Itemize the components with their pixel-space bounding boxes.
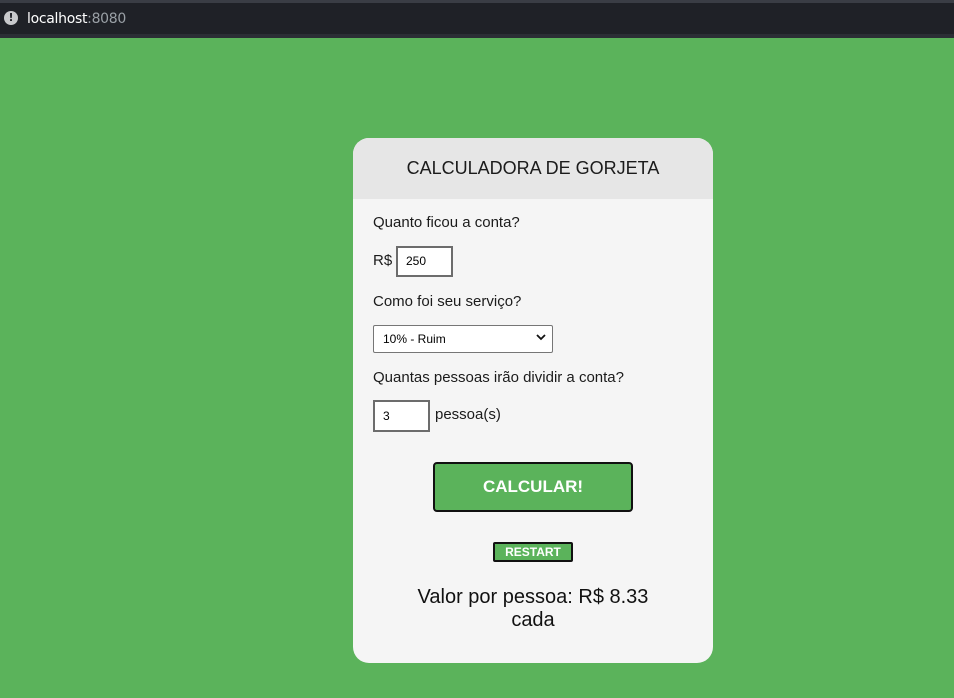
service-selected-value: 10% - Ruim xyxy=(383,332,446,346)
bill-amount-input[interactable]: 250 xyxy=(396,246,453,277)
result-line-1: Valor por pessoa: R$ 8.33 xyxy=(417,586,649,608)
browser-address-bar: ! localhost:8080 xyxy=(0,0,954,38)
info-circle-icon[interactable]: ! xyxy=(4,11,18,25)
calculate-button[interactable]: CALCULAR! xyxy=(433,462,633,512)
url-port: :8080 xyxy=(87,11,127,27)
people-count-input[interactable]: 3 xyxy=(373,400,430,432)
url-host: localhost xyxy=(27,11,88,27)
toolbar-divider xyxy=(0,34,954,38)
chevron-down-icon xyxy=(536,334,546,341)
result-line-2: cada xyxy=(511,609,555,631)
service-question-label: Como foi seu serviço? xyxy=(373,293,522,310)
service-quality-select[interactable]: 10% - Ruim xyxy=(373,325,553,353)
people-suffix: pessoa(s) xyxy=(435,406,501,423)
bill-question-label: Quanto ficou a conta? xyxy=(373,214,520,231)
currency-prefix: R$ xyxy=(373,252,393,269)
restart-button[interactable]: RESTART xyxy=(493,542,573,562)
address-url[interactable]: localhost:8080 xyxy=(27,11,126,27)
tip-calculator-card: CALCULADORA DE GORJETA Quanto ficou a co… xyxy=(353,138,713,663)
result-text: Valor por pessoa: R$ 8.33 cada xyxy=(393,586,673,632)
card-title: CALCULADORA DE GORJETA xyxy=(353,138,713,199)
people-question-label: Quantas pessoas irão dividir a conta? xyxy=(373,369,624,386)
